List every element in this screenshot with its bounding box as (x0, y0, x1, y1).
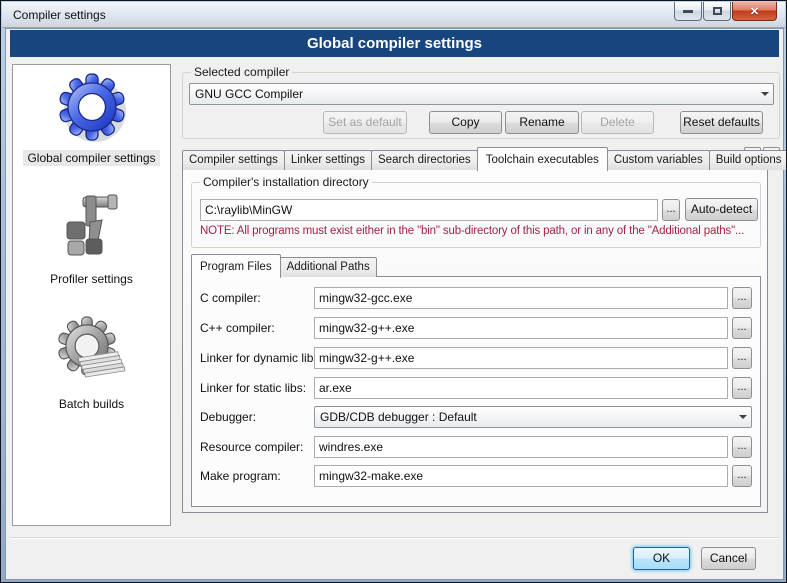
sidebar-item-label: Global compiler settings (23, 150, 159, 166)
gear-stack-icon (54, 315, 130, 391)
window-controls: ✕ (674, 2, 777, 21)
maximize-icon (713, 7, 722, 15)
browse-dynamic-linker-button[interactable]: ... (732, 347, 752, 369)
page-title: Global compiler settings (10, 30, 779, 57)
c-compiler-input[interactable] (314, 287, 728, 309)
tab-custom-variables[interactable]: Custom variables (607, 150, 710, 170)
minimize-icon (683, 10, 693, 13)
browse-resource-compiler-button[interactable]: ... (732, 436, 752, 458)
reset-defaults-button[interactable]: Reset defaults (680, 111, 763, 134)
debugger-select[interactable]: GDB/CDB debugger : Default (314, 406, 752, 428)
field-label: Debugger: (200, 406, 256, 428)
browse-cpp-compiler-button[interactable]: ... (732, 317, 752, 339)
debugger-select-value: GDB/CDB debugger : Default (315, 410, 734, 424)
window-title: Compiler settings (13, 8, 106, 22)
cpp-compiler-input[interactable] (314, 317, 728, 339)
sidebar-item-global-compiler-settings[interactable]: Global compiler settings (23, 69, 159, 166)
field-label: Linker for static libs: (200, 377, 306, 399)
field-label: Linker for dynamic libs: (200, 347, 323, 369)
compiler-settings-window: Compiler settings ✕ Global compiler sett… (0, 0, 787, 583)
titlebar[interactable]: Compiler settings ✕ (2, 2, 785, 28)
browse-static-linker-button[interactable]: ... (732, 377, 752, 399)
note-text: NOTE: All programs must exist either in … (200, 225, 744, 237)
dynamic-linker-input[interactable] (314, 347, 728, 369)
settings-category-list: Global compiler settings (12, 64, 171, 526)
compiler-select[interactable]: GNU GCC Compiler (189, 83, 774, 105)
tab-linker-settings[interactable]: Linker settings (284, 150, 372, 170)
footer-divider (10, 537, 779, 539)
tab-compiler-settings[interactable]: Compiler settings (182, 150, 285, 170)
make-program-input[interactable] (314, 465, 728, 487)
installation-directory-group: Compiler's installation directory ... Au… (191, 182, 761, 248)
set-as-default-button[interactable]: Set as default (323, 111, 407, 134)
field-label: C compiler: (200, 287, 261, 309)
tab-search-directories[interactable]: Search directories (371, 150, 478, 170)
compiler-select-value: GNU GCC Compiler (190, 87, 756, 101)
toolchain-executables-page: Compiler's installation directory ... Au… (182, 169, 768, 513)
rename-button[interactable]: Rename (505, 111, 579, 134)
tab-toolchain-executables[interactable]: Toolchain executables (477, 147, 608, 171)
group-label: Selected compiler (191, 65, 292, 79)
chevron-down-icon (756, 92, 773, 96)
browse-directory-button[interactable]: ... (662, 199, 680, 221)
field-label: C++ compiler: (200, 317, 275, 339)
dialog-body: Global compiler settings (5, 28, 784, 580)
browse-c-compiler-button[interactable]: ... (732, 287, 752, 309)
resource-compiler-input[interactable] (314, 436, 728, 458)
gear-blue-icon (54, 69, 130, 145)
installation-directory-input[interactable] (200, 199, 658, 221)
selected-compiler-group: Selected compiler GNU GCC Compiler Set a… (182, 72, 780, 139)
close-icon: ✕ (750, 5, 759, 18)
tab-additional-paths[interactable]: Additional Paths (280, 257, 377, 277)
cancel-button[interactable]: Cancel (701, 547, 756, 570)
close-button[interactable]: ✕ (732, 2, 777, 21)
ok-button[interactable]: OK (633, 547, 690, 570)
field-label: Resource compiler: (200, 436, 303, 458)
delete-button[interactable]: Delete (581, 111, 654, 134)
program-files-page: C compiler: ... C++ compiler: ... Linker… (191, 276, 761, 507)
tab-program-files[interactable]: Program Files (191, 254, 281, 278)
program-tabs: Program Files Additional Paths (191, 254, 376, 277)
sidebar-item-batch-builds[interactable]: Batch builds (54, 315, 130, 412)
chevron-down-icon (734, 415, 751, 419)
field-label: Make program: (200, 465, 281, 487)
sidebar-item-label: Batch builds (55, 396, 128, 412)
minimize-button[interactable] (674, 2, 702, 21)
static-linker-input[interactable] (314, 377, 728, 399)
auto-detect-button[interactable]: Auto-detect (685, 198, 758, 221)
sidebar-item-label: Profiler settings (46, 271, 137, 287)
maximize-button[interactable] (703, 2, 731, 21)
compiler-tabs: Compiler settings Linker settings Search… (182, 144, 787, 170)
tab-build-options[interactable]: Build options (709, 150, 787, 170)
group-label: Compiler's installation directory (200, 175, 372, 189)
browse-make-program-button[interactable]: ... (732, 465, 752, 487)
profiler-caliper-icon (53, 190, 129, 266)
sidebar-item-profiler-settings[interactable]: Profiler settings (46, 190, 137, 287)
copy-button[interactable]: Copy (429, 111, 502, 134)
